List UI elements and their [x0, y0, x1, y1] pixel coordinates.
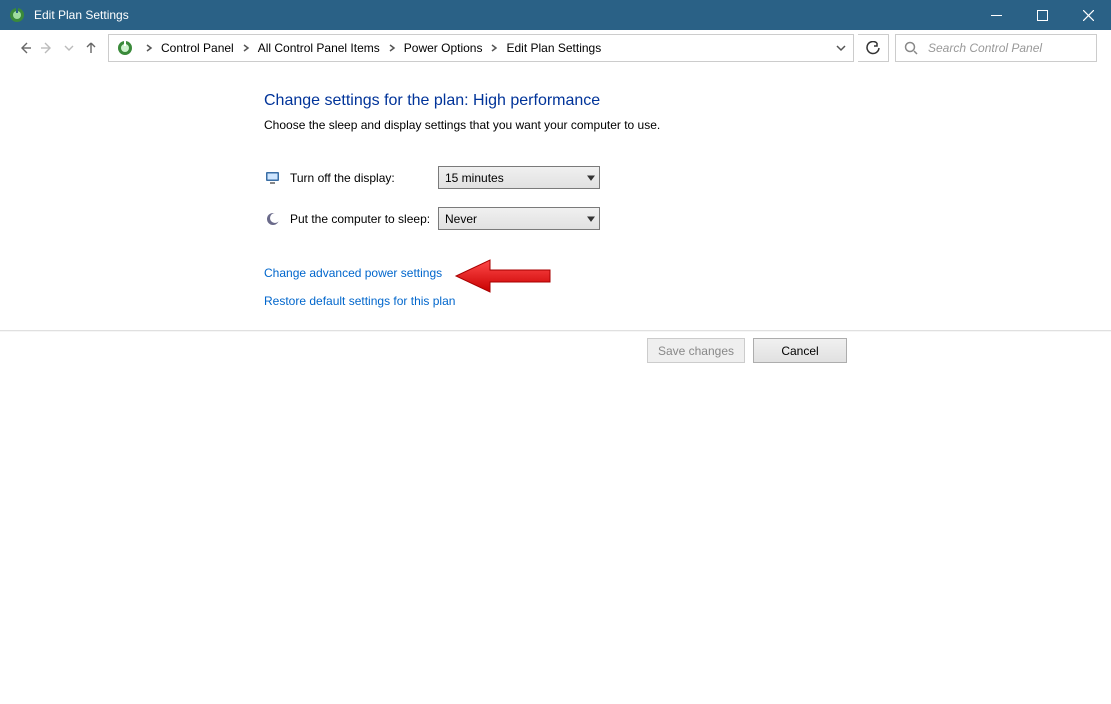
- up-button[interactable]: [80, 37, 102, 59]
- forward-button[interactable]: [36, 37, 58, 59]
- chevron-right-icon[interactable]: [486, 44, 502, 52]
- cancel-button[interactable]: Cancel: [753, 338, 847, 363]
- chevron-right-icon[interactable]: [238, 44, 254, 52]
- address-dropdown-button[interactable]: [829, 35, 853, 61]
- breadcrumb-power-options[interactable]: Power Options: [400, 35, 487, 61]
- sleep-label: Put the computer to sleep:: [290, 212, 438, 226]
- address-bar: Control Panel All Control Panel Items Po…: [0, 30, 1111, 66]
- power-options-icon: [115, 38, 135, 58]
- sleep-select[interactable]: Never: [438, 207, 600, 230]
- back-button[interactable]: [14, 37, 36, 59]
- app-icon: [8, 6, 26, 24]
- chevron-right-icon[interactable]: [384, 44, 400, 52]
- search-icon: [904, 41, 918, 55]
- chevron-down-icon: [587, 212, 595, 226]
- recent-locations-button[interactable]: [58, 37, 80, 59]
- save-button[interactable]: Save changes: [647, 338, 745, 363]
- close-button[interactable]: [1065, 0, 1111, 30]
- turn-off-display-select[interactable]: 15 minutes: [438, 166, 600, 189]
- sleep-value: Never: [445, 212, 477, 226]
- content-pane: Change settings for the plan: High perfo…: [0, 66, 1111, 308]
- title-bar: Edit Plan Settings: [0, 0, 1111, 30]
- refresh-button[interactable]: [858, 34, 889, 62]
- breadcrumb-control-panel[interactable]: Control Panel: [157, 35, 238, 61]
- maximize-button[interactable]: [1019, 0, 1065, 30]
- restore-defaults-link[interactable]: Restore default settings for this plan: [264, 294, 1111, 308]
- minimize-button[interactable]: [973, 0, 1019, 30]
- monitor-icon: [264, 169, 282, 187]
- breadcrumb-all-items[interactable]: All Control Panel Items: [254, 35, 384, 61]
- page-subheading: Choose the sleep and display settings th…: [264, 118, 1111, 132]
- turn-off-display-label: Turn off the display:: [290, 171, 438, 185]
- change-advanced-link[interactable]: Change advanced power settings: [264, 266, 1111, 280]
- search-input[interactable]: [926, 40, 1096, 56]
- divider: [0, 330, 1111, 331]
- sleep-row: Put the computer to sleep: Never: [264, 207, 1111, 230]
- address-box[interactable]: Control Panel All Control Panel Items Po…: [108, 34, 854, 62]
- breadcrumb-edit-plan[interactable]: Edit Plan Settings: [502, 35, 605, 61]
- chevron-down-icon: [587, 171, 595, 185]
- turn-off-display-value: 15 minutes: [445, 171, 504, 185]
- window-title: Edit Plan Settings: [34, 8, 973, 22]
- turn-off-display-row: Turn off the display: 15 minutes: [264, 166, 1111, 189]
- chevron-right-icon[interactable]: [141, 44, 157, 52]
- page-heading: Change settings for the plan: High perfo…: [264, 92, 1111, 110]
- search-box[interactable]: [895, 34, 1097, 62]
- moon-icon: [264, 210, 282, 228]
